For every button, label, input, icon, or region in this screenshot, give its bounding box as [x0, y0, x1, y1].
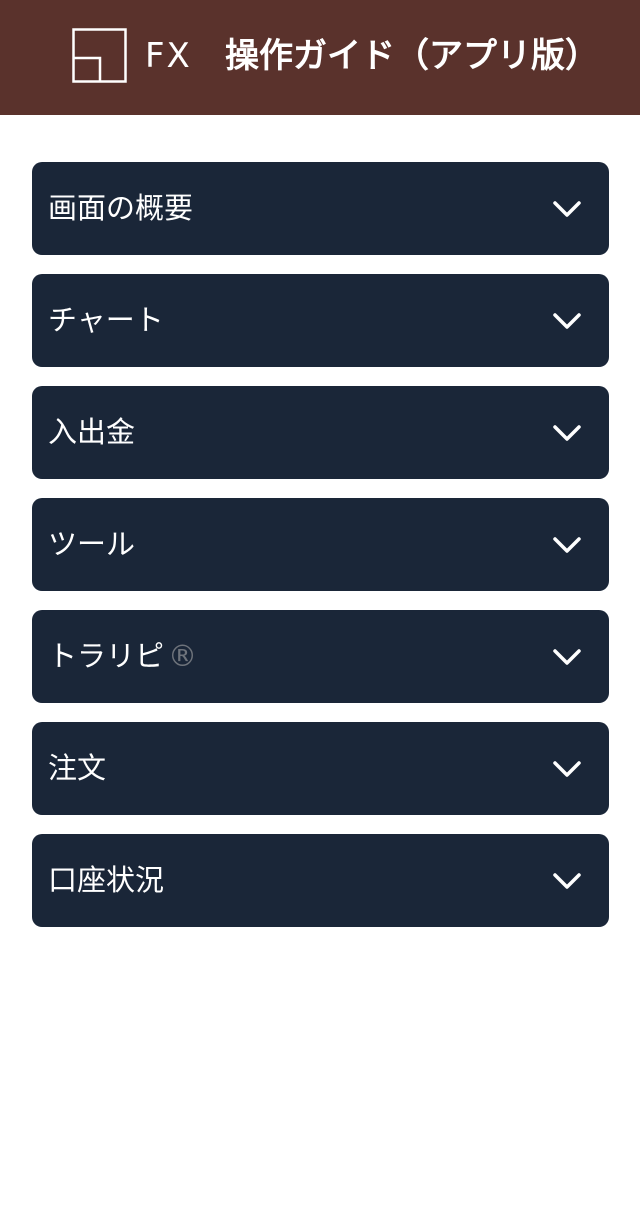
menu-item-label: 注文: [48, 751, 107, 785]
chevron-down-icon: [553, 649, 581, 665]
menu-item-screen-overview[interactable]: 画面の概要: [32, 162, 609, 255]
menu-item-label: トラリピ: [48, 639, 165, 673]
chevron-down-icon: [553, 873, 581, 889]
menu-item-label: 画面の概要: [48, 191, 194, 225]
menu-item-label: 口座状況: [48, 863, 165, 897]
chevron-down-icon: [553, 201, 581, 217]
menu-item-label: ツール: [48, 527, 136, 561]
chevron-down-icon: [553, 761, 581, 777]
chevron-down-icon: [553, 313, 581, 329]
menu-item-deposit-withdrawal[interactable]: 入出金: [32, 386, 609, 479]
guide-menu: 画面の概要 チャート 入出金 ツール トラリピ ® 注文 口座状況: [32, 162, 609, 946]
menu-item-trarip[interactable]: トラリピ ®: [32, 610, 609, 703]
registered-mark: ®: [168, 639, 198, 673]
chevron-down-icon: [553, 425, 581, 441]
logo-mark-icon: [72, 28, 127, 83]
menu-item-chart[interactable]: チャート: [32, 274, 609, 367]
menu-item-order[interactable]: 注文: [32, 722, 609, 815]
menu-item-label-wrapper: トラリピ ®: [48, 610, 197, 703]
menu-item-account-status[interactable]: 口座状況: [32, 834, 609, 927]
app-header: FX 操作ガイド（アプリ版）: [0, 0, 640, 115]
menu-item-label: 入出金: [48, 415, 136, 449]
menu-item-label: チャート: [48, 303, 164, 337]
chevron-down-icon: [553, 537, 581, 553]
logo-text: FX: [145, 36, 192, 76]
menu-item-tools[interactable]: ツール: [32, 498, 609, 591]
page-title: 操作ガイド（アプリ版）: [225, 36, 599, 76]
